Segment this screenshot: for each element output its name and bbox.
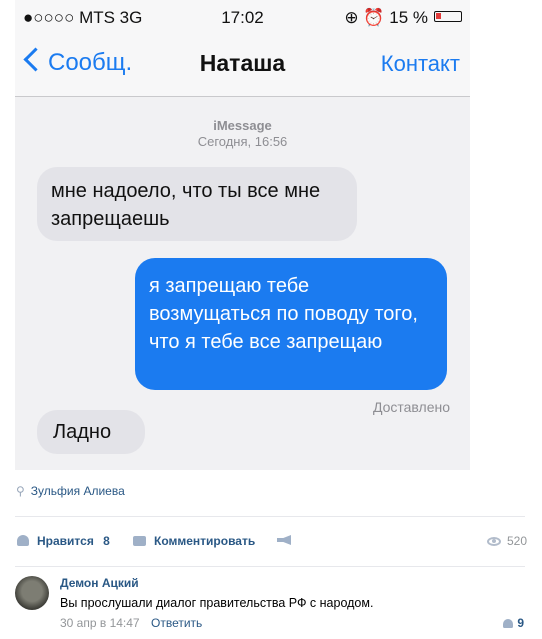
like-button[interactable]: Нравится 8 — [17, 534, 110, 548]
service-label: iMessage — [213, 118, 272, 133]
comment-button[interactable]: Комментировать — [133, 534, 255, 548]
status-bar: ●○○○○ MTS 3G 17:02 ⊕ ⏰ 15 % — [15, 0, 470, 34]
status-indicators: ⊕ ⏰ 15 % — [344, 8, 428, 27]
heart-icon — [17, 535, 29, 546]
views-count: 520 — [486, 534, 527, 548]
eye-icon — [486, 537, 501, 546]
comment-label: Комментировать — [154, 534, 256, 548]
user-icon: ⚲ — [16, 484, 25, 498]
contact-button[interactable]: Контакт — [381, 51, 460, 77]
comment-item: Демон Ацкий Вы прослушали диалог правите… — [15, 574, 527, 634]
reply-button[interactable]: Ответить — [151, 616, 202, 630]
share-button[interactable] — [277, 534, 291, 548]
like-label: Нравится — [37, 534, 94, 548]
comment-icon — [133, 536, 146, 546]
post-author-name: Зульфия Алиева — [30, 484, 125, 498]
thread-timestamp: Сегодня, 16:56 — [197, 134, 288, 149]
views-value: 520 — [506, 534, 527, 548]
comment-like-button[interactable]: 9 — [503, 616, 524, 630]
message-screenshot: ●○○○○ MTS 3G 17:02 ⊕ ⏰ 15 % Сообщ. Наташ… — [15, 0, 470, 470]
comment-author[interactable]: Демон Ацкий — [60, 576, 139, 590]
avatar[interactable] — [15, 576, 49, 610]
battery-icon — [434, 11, 462, 22]
divider — [15, 566, 525, 567]
message-bubble-sent: я запрещаю тебе возмущаться по поводу то… — [135, 258, 447, 390]
post-author[interactable]: ⚲ Зульфия Алиева — [16, 484, 125, 498]
comment-date[interactable]: 30 апр в 14:47 — [60, 616, 140, 630]
message-bubble-received: Ладно — [37, 410, 145, 454]
megaphone-icon — [277, 535, 291, 545]
heart-icon — [503, 619, 514, 628]
comment-like-count: 9 — [517, 616, 524, 630]
delivered-status: Доставлено — [372, 399, 450, 415]
like-count: 8 — [103, 534, 110, 548]
comment-text: Вы прослушали диалог правительства РФ с … — [60, 596, 374, 610]
message-bubble-received: мне надоело, что ты все мне запрещаешь — [37, 167, 357, 241]
post-actions: Нравится 8 Комментировать 520 — [15, 530, 527, 554]
divider — [15, 516, 525, 517]
nav-bar: Сообщ. Наташа Контакт — [15, 34, 470, 97]
